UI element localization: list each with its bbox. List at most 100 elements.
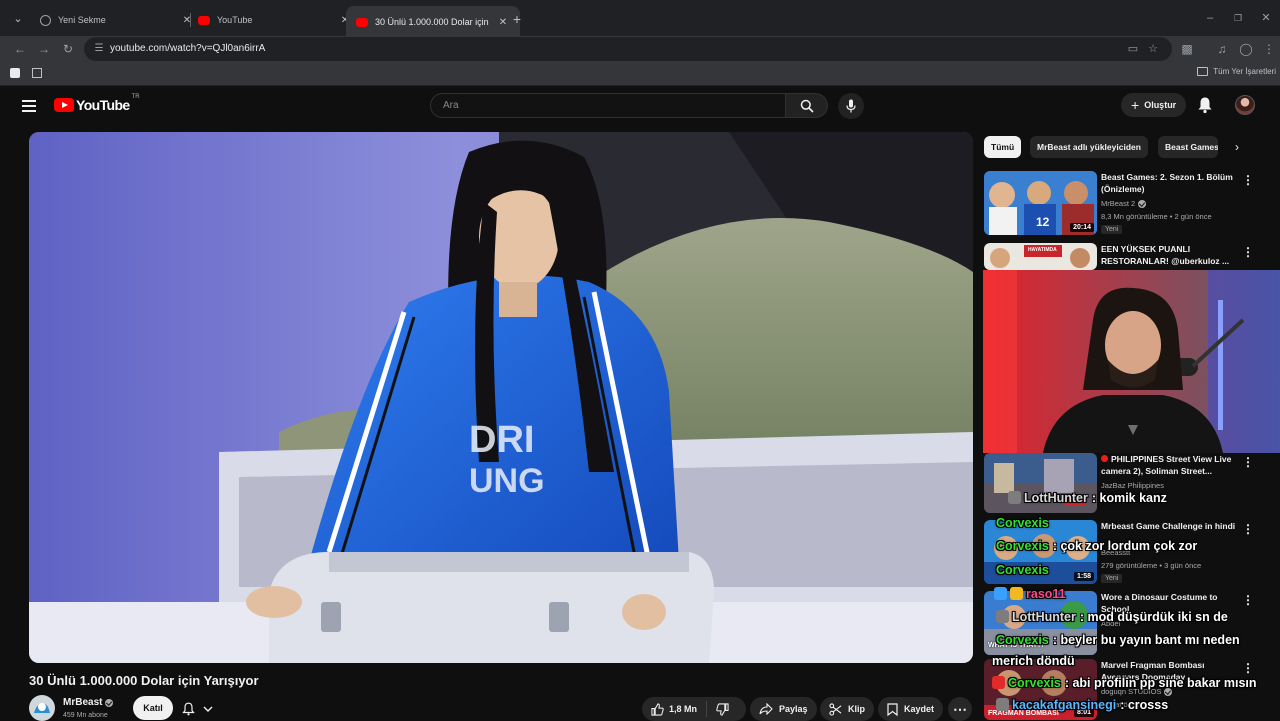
minimize-icon[interactable]: – [1203, 10, 1217, 26]
account-avatar[interactable] [1235, 95, 1255, 115]
channel-name-text: MrBeast 2 [1101, 199, 1136, 208]
chat-username: Corvexis [996, 563, 1049, 577]
video-player[interactable]: DRI UNG [29, 132, 973, 663]
new-tab-plus-icon[interactable]: + [509, 10, 525, 28]
user-badge-icon [996, 698, 1009, 711]
voice-search-button[interactable] [838, 93, 864, 119]
chat-message: LottHunter: komik kanz [1008, 491, 1167, 505]
address-bar[interactable]: ☰ youtube.com/watch?v=QJl0an6irrA ▭ ☆ [84, 37, 1172, 61]
extensions-puzzle-icon[interactable]: ▩ [1178, 40, 1196, 58]
forward-arrow-icon[interactable]: → [35, 40, 53, 58]
chat-username: Corvexis [996, 516, 1049, 530]
video-channel[interactable]: JazBaz Philippines [1101, 481, 1164, 490]
share-label: Paylaş [779, 704, 808, 714]
streamer-webcam-overlay [983, 270, 1280, 453]
more-vertical-icon[interactable]: ⋮ [1242, 455, 1254, 469]
video-title[interactable]: EEN YÜKSEK PUANLI RESTORANLAR! @uberkulo… [1101, 243, 1241, 267]
chat-message: merich döndü [992, 654, 1075, 668]
video-thumbnail[interactable]: HAYATIMDA [984, 243, 1097, 270]
chip-beast-games[interactable]: Beast Games [1158, 136, 1218, 158]
new-badge: Yeni [1101, 225, 1123, 234]
recommended-video[interactable]: HAYATIMDA EEN YÜKSEK PUANLI RESTORANLAR!… [984, 243, 1260, 270]
chat-message: Corvexis [996, 563, 1053, 577]
all-bookmarks-label: Tüm Yer İşaretleri [1213, 67, 1276, 76]
channel-avatar[interactable] [29, 695, 55, 721]
video-title[interactable]: Mrbeast Game Challenge in hindi [1101, 520, 1241, 532]
chat-username: Corvexis [1008, 676, 1061, 690]
site-settings-icon[interactable]: ☰ [90, 40, 108, 58]
more-vertical-icon[interactable]: ⋮ [1242, 173, 1254, 187]
media-controls-icon[interactable]: ♫ [1213, 40, 1231, 58]
all-bookmarks-button[interactable]: Tüm Yer İşaretleri [1197, 67, 1276, 76]
create-button[interactable]: + Oluştur [1121, 93, 1187, 117]
search-button[interactable] [786, 93, 828, 118]
save-label: Kaydet [904, 704, 935, 714]
search-input[interactable] [431, 94, 785, 117]
tab-title: 30 Ünlü 1.000.000 Dolar için Yarışıyor [375, 17, 489, 27]
tab-current-video[interactable]: 30 Ünlü 1.000.000 Dolar için Yarışıyor ✕ [346, 6, 520, 38]
chat-text: : mod düşürdük iki sn de [1079, 610, 1228, 624]
scissors-icon [829, 702, 842, 716]
tab-new-tab[interactable]: Yeni Sekme ✕ [30, 6, 204, 34]
plus-icon: + [1131, 97, 1140, 113]
notifications-bell-icon[interactable] [1197, 96, 1215, 114]
more-vertical-icon[interactable]: ⋮ [1242, 245, 1254, 259]
user-badge-icon [1008, 491, 1021, 504]
more-vertical-icon[interactable]: ⋮ [1242, 522, 1254, 536]
thumbs-up-icon [651, 702, 664, 716]
join-button[interactable]: Katıl [133, 696, 173, 720]
more-vertical-icon[interactable]: ⋮ [1242, 661, 1254, 675]
tab-youtube[interactable]: YouTube ✕ [188, 6, 362, 34]
more-actions-button[interactable]: ⋯ [948, 697, 972, 721]
close-window-icon[interactable]: ✕ [1259, 10, 1273, 26]
more-vertical-icon[interactable]: ⋮ [1242, 593, 1254, 607]
chip-from-uploader[interactable]: MrBeast adlı yükleyiciden [1030, 136, 1148, 158]
chat-username: Corvexis [996, 539, 1049, 553]
bookmark-page-icon[interactable] [10, 68, 20, 78]
share-button[interactable]: Paylaş [750, 697, 817, 721]
chat-username: raso11 [1026, 587, 1066, 601]
thumbs-down-icon [716, 702, 729, 716]
chat-username: LottHunter [1024, 491, 1088, 505]
apps-grid-icon[interactable] [32, 68, 42, 78]
microphone-icon [846, 99, 856, 113]
recommended-video[interactable]: 12 20:14 Beast Games: 2. Sezon 1. Bölüm … [984, 171, 1260, 235]
chevron-right-icon[interactable]: › [1230, 140, 1244, 154]
like-dislike-segment: 1,8 Mn [642, 697, 746, 721]
chat-message: LottHunter: mod düşürdük iki sn de [996, 610, 1228, 624]
video-thumbnail[interactable]: 12 20:14 [984, 171, 1097, 235]
tab-search-chevron-icon[interactable]: ⌄ [8, 9, 28, 29]
subscription-notification-button[interactable] [182, 700, 226, 718]
restore-icon[interactable]: ❐ [1231, 10, 1245, 26]
clip-button[interactable]: Klip [820, 697, 874, 721]
chip-all[interactable]: Tümü [984, 136, 1022, 158]
youtube-wordmark: YouTube [76, 97, 130, 113]
bookmark-star-icon[interactable]: ☆ [1144, 40, 1162, 58]
dislike-button[interactable] [716, 702, 729, 716]
youtube-logo[interactable]: YouTube TR [54, 94, 140, 113]
live-dot-icon [1101, 455, 1108, 462]
install-app-icon[interactable]: ▭ [1124, 40, 1142, 58]
chat-text: : crosss [1120, 698, 1169, 712]
video-duration: 20:14 [1070, 223, 1094, 232]
verified-check-icon [105, 698, 114, 707]
chat-message: raso11 [994, 587, 1070, 601]
back-arrow-icon[interactable]: ← [11, 40, 29, 58]
like-button[interactable]: 1,8 Mn [651, 702, 697, 716]
video-title[interactable]: Beast Games: 2. Sezon 1. Bölüm (Önizleme… [1101, 171, 1241, 195]
chrome-menu-icon[interactable]: ⋮ [1260, 40, 1278, 58]
browser-toolbar: ← → ↻ ☰ youtube.com/watch?v=QJl0an6irrA … [0, 36, 1280, 62]
menu-hamburger-icon[interactable] [22, 100, 36, 112]
reload-icon[interactable]: ↻ [59, 40, 77, 58]
save-button[interactable]: Kaydet [878, 697, 944, 721]
video-channel[interactable]: MrBeast 2 [1101, 199, 1147, 208]
country-code: TR [131, 94, 140, 100]
clip-label: Klip [848, 704, 865, 714]
channel-name[interactable]: MrBeast [63, 697, 114, 708]
url-text[interactable]: youtube.com/watch?v=QJl0an6irrA [110, 43, 265, 54]
profile-icon[interactable]: ◯ [1237, 40, 1255, 58]
close-tab-icon[interactable]: ✕ [496, 17, 510, 28]
video-title[interactable]: PHILIPPINES Street View Live camera 2), … [1101, 453, 1241, 477]
tab-title: YouTube [217, 15, 253, 25]
svg-text:DRI: DRI [469, 419, 534, 461]
